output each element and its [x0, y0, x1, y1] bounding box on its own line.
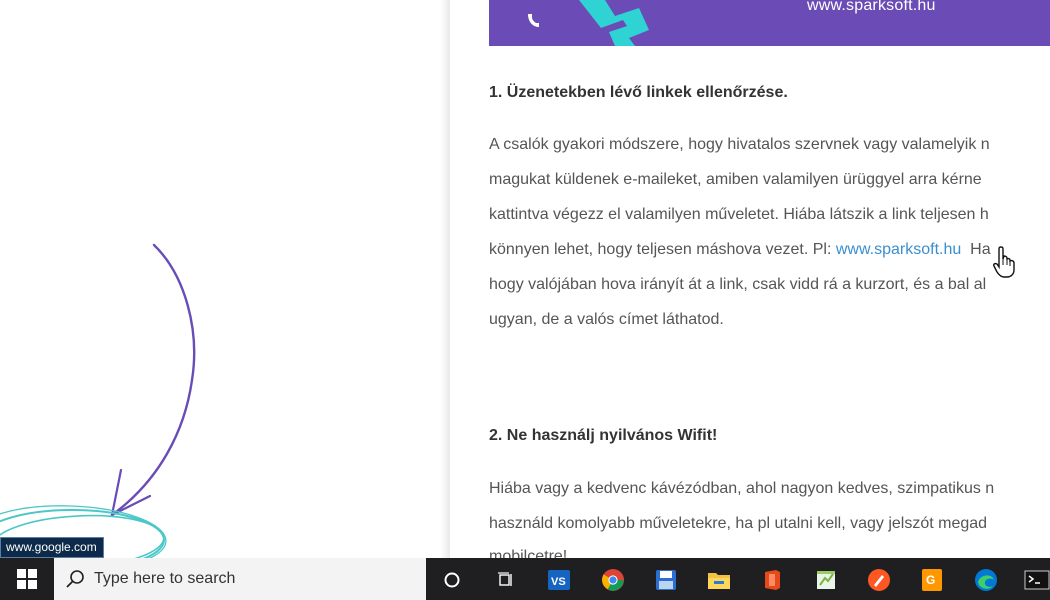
cortana-icon[interactable]	[439, 567, 465, 593]
edge-icon[interactable]	[973, 567, 999, 593]
svg-text:VS: VS	[551, 576, 566, 588]
phone-icon	[528, 14, 539, 27]
sparksoft-link[interactable]: www.sparksoft.hu	[836, 241, 961, 258]
pen-app-icon[interactable]	[866, 567, 892, 593]
section1-line-1: A csalók gyakori módszere, hogy hivatalo…	[489, 136, 990, 153]
windows-start-icon	[17, 569, 37, 589]
section2-line-2: használd komolyabb műveletekre, ha pl ut…	[489, 515, 988, 532]
task-view-icon[interactable]	[493, 567, 519, 593]
section1-line-2: magukat küldenek e-maileket, amiben vala…	[489, 171, 982, 188]
section1-line-3: kattintva végezz el valamilyen műveletet…	[489, 206, 989, 223]
section1-line-4-text: könnyen lehet, hogy teljesen máshova vez…	[489, 241, 836, 258]
section1-line-6: ugyan, de a valós címet láthatod.	[489, 311, 724, 328]
taskbar-search-box[interactable]: Type here to search	[54, 558, 426, 600]
start-button[interactable]	[0, 558, 54, 600]
section2-line-3: mobilcetre!	[489, 548, 568, 558]
search-icon	[66, 570, 84, 588]
left-blank-area	[0, 0, 450, 558]
section2-line-1: Hiába vagy a kedvenc kávézódban, ahol na…	[489, 480, 995, 497]
file-explorer-icon[interactable]	[706, 567, 732, 593]
vscode-icon[interactable]: VS	[546, 567, 572, 593]
terminal-icon[interactable]	[1024, 567, 1050, 593]
section2-heading: 2. Ne használj nyilvános Wifit!	[489, 427, 718, 444]
article-page: www.sparksoft.hu 1. Üzenetekben lévő lin…	[450, 0, 1050, 558]
search-placeholder: Type here to search	[94, 570, 236, 587]
link-status-url: www.google.com	[0, 537, 104, 558]
zigzag-logo-icon	[579, 0, 649, 46]
svg-text:G: G	[926, 573, 935, 587]
section1-line-4-tail: Ha	[961, 241, 991, 258]
taskbar: Type here to search VS G	[0, 558, 1050, 600]
pdf-app-icon[interactable]: G	[919, 567, 945, 593]
banner-url: www.sparksoft.hu	[807, 0, 936, 14]
section1-line-5: hogy valójában hova irányít át a link, c…	[489, 276, 987, 293]
notepad-plus-icon[interactable]	[813, 567, 839, 593]
chrome-icon[interactable]	[600, 567, 626, 593]
sparksoft-banner: www.sparksoft.hu	[489, 0, 1050, 46]
save-app-icon[interactable]	[653, 567, 679, 593]
office-icon[interactable]	[759, 567, 785, 593]
hand-cursor-icon	[993, 246, 1015, 278]
section1-heading: 1. Üzenetekben lévő linkek ellenőrzése.	[489, 84, 788, 101]
section1-line-4: könnyen lehet, hogy teljesen máshova vez…	[489, 241, 991, 259]
